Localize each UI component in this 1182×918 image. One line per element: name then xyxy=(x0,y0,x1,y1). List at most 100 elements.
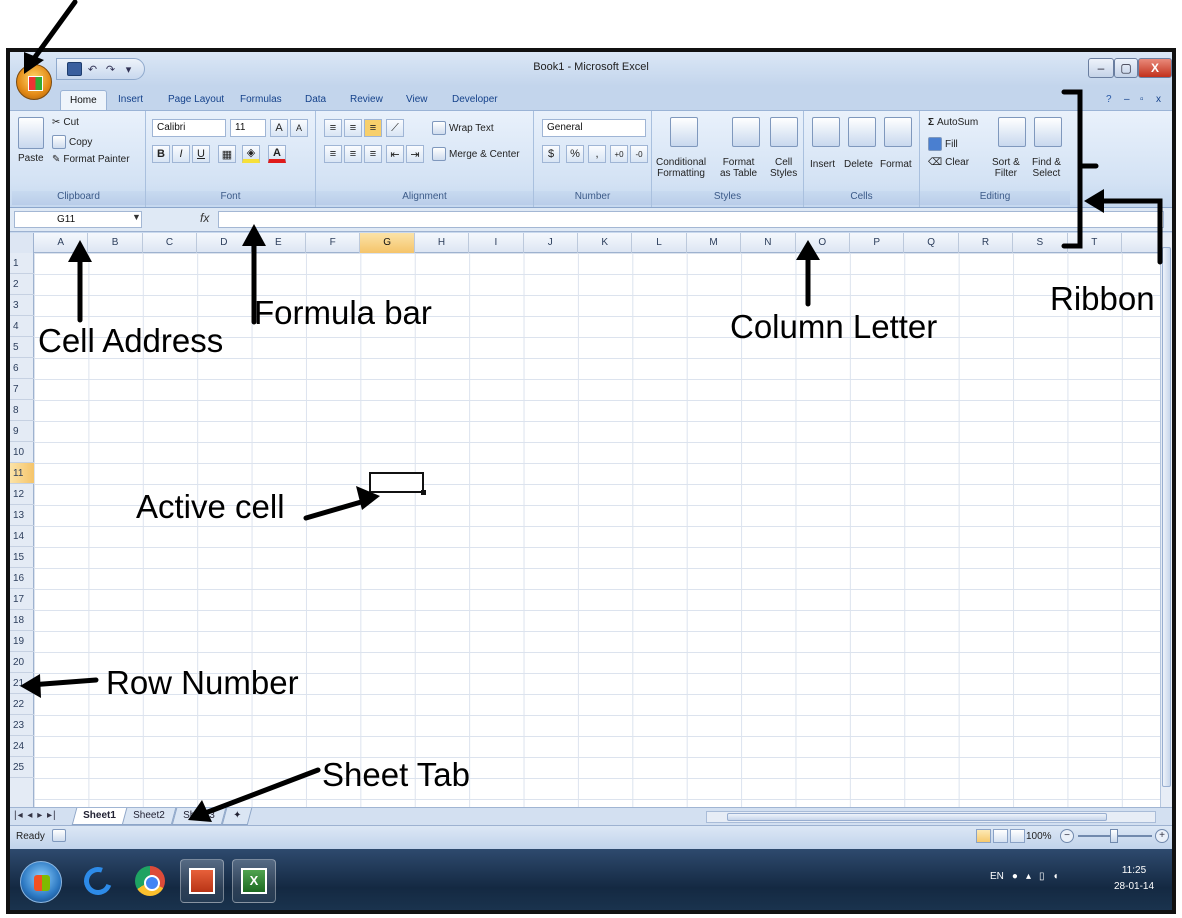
select-all-corner[interactable] xyxy=(10,233,34,253)
vertical-scrollbar[interactable] xyxy=(1160,233,1172,807)
row-header-16[interactable]: 16 xyxy=(10,568,34,589)
name-box[interactable]: G11 xyxy=(14,211,142,228)
sheet-tab-2[interactable]: Sheet2 xyxy=(121,808,176,825)
wrap-text-button[interactable]: Wrap Text xyxy=(432,121,494,135)
format-as-table-icon[interactable] xyxy=(732,117,760,147)
column-header-d[interactable]: D xyxy=(197,233,252,253)
copy-button[interactable]: Copy xyxy=(52,135,92,149)
grow-font-button[interactable]: A xyxy=(270,119,288,137)
tab-insert[interactable]: Insert xyxy=(116,90,145,110)
sort-filter-button[interactable]: Sort & Filter xyxy=(992,157,1020,179)
zoom-out-button[interactable]: − xyxy=(1060,829,1074,843)
zoom-level[interactable]: 100% xyxy=(1026,831,1052,842)
align-middle-icon[interactable]: ≡ xyxy=(344,119,362,137)
start-button[interactable] xyxy=(20,861,62,903)
insert-cells-icon[interactable] xyxy=(812,117,840,147)
delete-cells-button[interactable]: Delete xyxy=(844,159,873,170)
row-header-4[interactable]: 4 xyxy=(10,316,34,337)
row-header-18[interactable]: 18 xyxy=(10,610,34,631)
help-icon[interactable]: ? xyxy=(1104,90,1114,110)
row-header-20[interactable]: 20 xyxy=(10,652,34,673)
sheet-tab-3[interactable]: Sheet3 xyxy=(171,808,226,825)
align-top-icon[interactable]: ≡ xyxy=(324,119,342,137)
align-bottom-icon[interactable]: ≡ xyxy=(364,119,382,137)
find-select-button[interactable]: Find & Select xyxy=(1032,157,1061,179)
insert-cells-button[interactable]: Insert xyxy=(810,159,835,170)
row-header-14[interactable]: 14 xyxy=(10,526,34,547)
taskbar-chrome[interactable] xyxy=(128,859,172,903)
column-header-l[interactable]: L xyxy=(632,233,687,253)
row-header-15[interactable]: 15 xyxy=(10,547,34,568)
format-cells-icon[interactable] xyxy=(884,117,912,147)
fill-color-button[interactable]: ◈ xyxy=(242,145,260,163)
tab-page-layout[interactable]: Page Layout xyxy=(166,90,226,110)
horizontal-scrollbar[interactable] xyxy=(706,811,1156,823)
column-header-e[interactable]: E xyxy=(252,233,306,253)
row-header-19[interactable]: 19 xyxy=(10,631,34,652)
ribbon-minimize-icon[interactable]: – xyxy=(1122,90,1132,110)
formula-input[interactable] xyxy=(218,211,1164,228)
bold-button[interactable]: B xyxy=(152,145,170,163)
format-painter-button[interactable]: ✎ Format Painter xyxy=(52,154,130,165)
column-header-h[interactable]: H xyxy=(415,233,470,253)
column-header-o[interactable]: O xyxy=(796,233,850,253)
row-header-13[interactable]: 13 xyxy=(10,505,34,526)
row-header-8[interactable]: 8 xyxy=(10,400,34,421)
font-family-select[interactable]: Calibri xyxy=(152,119,226,137)
column-header-t[interactable]: T xyxy=(1068,233,1122,253)
italic-button[interactable]: I xyxy=(172,145,190,163)
column-header-a[interactable]: A xyxy=(34,233,89,253)
taskbar-ie[interactable] xyxy=(76,859,120,903)
active-cell[interactable] xyxy=(369,472,426,495)
find-select-icon[interactable] xyxy=(1034,117,1062,147)
column-header-s[interactable]: S xyxy=(1013,233,1068,253)
office-button[interactable] xyxy=(16,64,52,100)
column-header-n[interactable]: N xyxy=(741,233,796,253)
row-header-23[interactable]: 23 xyxy=(10,715,34,736)
ribbon-restore-icon[interactable]: ▫ xyxy=(1138,90,1146,110)
cell-styles-button[interactable]: Cell Styles xyxy=(770,157,797,179)
align-right-icon[interactable]: ≡ xyxy=(364,145,382,163)
sheet-nav-arrows[interactable]: |◂ ◂ ▸ ▸| xyxy=(14,810,57,821)
page-layout-view-icon[interactable] xyxy=(993,829,1008,843)
help-tray-icon[interactable]: ● xyxy=(1012,871,1018,882)
normal-view-icon[interactable] xyxy=(976,829,991,843)
minimize-button[interactable]: – xyxy=(1088,58,1114,78)
tab-view[interactable]: View xyxy=(404,90,430,110)
increase-decimal-icon[interactable]: +0 xyxy=(610,145,628,163)
taskbar-powerpoint[interactable] xyxy=(180,859,224,903)
horizontal-scroll-thumb[interactable] xyxy=(727,813,1107,821)
underline-button[interactable]: U xyxy=(192,145,210,163)
format-as-table-button[interactable]: Format as Table xyxy=(720,157,757,179)
language-indicator[interactable]: EN xyxy=(990,871,1004,882)
row-header-25[interactable]: 25 xyxy=(10,757,34,778)
insert-sheet-tab[interactable]: ✦ xyxy=(221,808,253,825)
orientation-icon[interactable]: ⟋ xyxy=(386,119,404,137)
column-header-j[interactable]: J xyxy=(524,233,578,253)
cut-button[interactable]: ✂ Cut xyxy=(52,117,79,128)
font-color-button[interactable]: A xyxy=(268,145,286,163)
row-header-11[interactable]: 11 xyxy=(10,463,34,484)
row-header-17[interactable]: 17 xyxy=(10,589,34,610)
delete-cells-icon[interactable] xyxy=(848,117,876,147)
vertical-scroll-thumb[interactable] xyxy=(1162,247,1171,787)
tab-formulas[interactable]: Formulas xyxy=(238,90,284,110)
paste-icon[interactable] xyxy=(18,117,44,149)
tab-data[interactable]: Data xyxy=(303,90,328,110)
zoom-slider-thumb[interactable] xyxy=(1110,829,1118,843)
borders-button[interactable]: ▦ xyxy=(218,145,236,163)
insert-function-icon[interactable]: fx xyxy=(200,211,209,225)
decrease-decimal-icon[interactable]: -0 xyxy=(630,145,648,163)
tab-developer[interactable]: Developer xyxy=(450,90,500,110)
column-header-i[interactable]: I xyxy=(469,233,524,253)
column-header-q[interactable]: Q xyxy=(904,233,959,253)
row-header-3[interactable]: 3 xyxy=(10,295,34,316)
row-header-21[interactable]: 21 xyxy=(10,673,34,694)
row-header-24[interactable]: 24 xyxy=(10,736,34,757)
tab-home[interactable]: Home xyxy=(60,90,107,110)
network-icon[interactable]: ▴ xyxy=(1026,871,1031,882)
row-header-2[interactable]: 2 xyxy=(10,274,34,295)
row-header-7[interactable]: 7 xyxy=(10,379,34,400)
taskbar-excel[interactable]: X xyxy=(232,859,276,903)
number-format-select[interactable]: General xyxy=(542,119,646,137)
